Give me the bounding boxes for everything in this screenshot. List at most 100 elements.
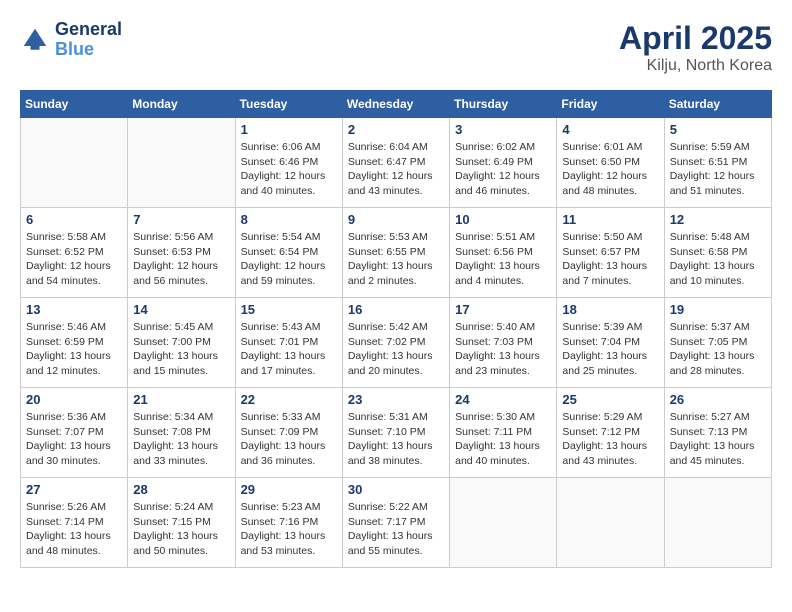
day-info: Sunrise: 5:27 AM Sunset: 7:13 PM Dayligh… xyxy=(670,410,766,469)
day-number: 21 xyxy=(133,392,229,407)
day-info: Sunrise: 5:48 AM Sunset: 6:58 PM Dayligh… xyxy=(670,230,766,289)
day-info: Sunrise: 5:30 AM Sunset: 7:11 PM Dayligh… xyxy=(455,410,551,469)
day-info: Sunrise: 5:58 AM Sunset: 6:52 PM Dayligh… xyxy=(26,230,122,289)
calendar-cell: 4 Sunrise: 6:01 AM Sunset: 6:50 PM Daylig… xyxy=(557,118,664,208)
calendar-table: SundayMondayTuesdayWednesdayThursdayFrid… xyxy=(20,90,772,568)
calendar-cell: 18Sunrise: 5:39 AM Sunset: 7:04 PM Dayli… xyxy=(557,298,664,388)
day-number: 9 xyxy=(348,212,444,227)
day-number: 15 xyxy=(241,302,337,317)
day-number: 20 xyxy=(26,392,122,407)
calendar-cell: 30 Sunrise: 5:22 AM Sunset: 7:17 PM Dayli… xyxy=(342,478,449,568)
calendar-cell: 23 Sunrise: 5:31 AM Sunset: 7:10 PM Dayli… xyxy=(342,388,449,478)
day-number: 4 xyxy=(562,122,658,137)
day-number: 3 xyxy=(455,122,551,137)
calendar-cell: 9 Sunrise: 5:53 AM Sunset: 6:55 PM Daylig… xyxy=(342,208,449,298)
logo: General Blue xyxy=(20,20,122,60)
day-number: 28 xyxy=(133,482,229,497)
weekday-header-friday: Friday xyxy=(557,91,664,118)
week-row-3: 13 Sunrise: 5:46 AM Sunset: 6:59 PM Dayli… xyxy=(21,298,772,388)
calendar-cell: 20 Sunrise: 5:36 AM Sunset: 7:07 PM Dayli… xyxy=(21,388,128,478)
calendar-cell: 8Sunrise: 5:54 AM Sunset: 6:54 PM Daylig… xyxy=(235,208,342,298)
week-row-1: 1 Sunrise: 6:06 AM Sunset: 6:46 PM Daylig… xyxy=(21,118,772,208)
weekday-header-sunday: Sunday xyxy=(21,91,128,118)
day-number: 6 xyxy=(26,212,122,227)
calendar-cell: 25Sunrise: 5:29 AM Sunset: 7:12 PM Dayli… xyxy=(557,388,664,478)
logo-icon xyxy=(20,25,50,55)
day-number: 11 xyxy=(562,212,658,227)
calendar-cell xyxy=(664,478,771,568)
calendar-cell: 21 Sunrise: 5:34 AM Sunset: 7:08 PM Dayli… xyxy=(128,388,235,478)
calendar-cell: 15 Sunrise: 5:43 AM Sunset: 7:01 PM Dayli… xyxy=(235,298,342,388)
day-info: Sunrise: 5:43 AM Sunset: 7:01 PM Dayligh… xyxy=(241,320,337,379)
calendar-cell: 12 Sunrise: 5:48 AM Sunset: 6:58 PM Dayli… xyxy=(664,208,771,298)
weekday-header-monday: Monday xyxy=(128,91,235,118)
calendar-cell xyxy=(450,478,557,568)
day-info: Sunrise: 5:23 AM Sunset: 7:16 PM Dayligh… xyxy=(241,500,337,559)
day-number: 29 xyxy=(241,482,337,497)
day-number: 26 xyxy=(670,392,766,407)
calendar-cell: 19 Sunrise: 5:37 AM Sunset: 7:05 PM Dayli… xyxy=(664,298,771,388)
day-number: 22 xyxy=(241,392,337,407)
day-number: 10 xyxy=(455,212,551,227)
day-number: 17 xyxy=(455,302,551,317)
calendar-cell: 11Sunrise: 5:50 AM Sunset: 6:57 PM Dayli… xyxy=(557,208,664,298)
day-info: Sunrise: 5:56 AM Sunset: 6:53 PM Dayligh… xyxy=(133,230,229,289)
day-info: Sunrise: 5:31 AM Sunset: 7:10 PM Dayligh… xyxy=(348,410,444,469)
day-info: Sunrise: 5:36 AM Sunset: 7:07 PM Dayligh… xyxy=(26,410,122,469)
day-info: Sunrise: 5:34 AM Sunset: 7:08 PM Dayligh… xyxy=(133,410,229,469)
month-title: April 2025 xyxy=(619,20,772,57)
calendar-cell: 2Sunrise: 6:04 AM Sunset: 6:47 PM Daylig… xyxy=(342,118,449,208)
day-number: 13 xyxy=(26,302,122,317)
day-number: 16 xyxy=(348,302,444,317)
calendar-cell: 1 Sunrise: 6:06 AM Sunset: 6:46 PM Daylig… xyxy=(235,118,342,208)
weekday-header-row: SundayMondayTuesdayWednesdayThursdayFrid… xyxy=(21,91,772,118)
day-info: Sunrise: 6:02 AM Sunset: 6:49 PM Dayligh… xyxy=(455,140,551,199)
day-info: Sunrise: 5:53 AM Sunset: 6:55 PM Dayligh… xyxy=(348,230,444,289)
calendar-cell: 6 Sunrise: 5:58 AM Sunset: 6:52 PM Daylig… xyxy=(21,208,128,298)
weekday-header-thursday: Thursday xyxy=(450,91,557,118)
day-info: Sunrise: 5:26 AM Sunset: 7:14 PM Dayligh… xyxy=(26,500,122,559)
day-info: Sunrise: 6:01 AM Sunset: 6:50 PM Dayligh… xyxy=(562,140,658,199)
day-number: 7 xyxy=(133,212,229,227)
day-number: 19 xyxy=(670,302,766,317)
day-number: 27 xyxy=(26,482,122,497)
calendar-cell xyxy=(21,118,128,208)
weekday-header-wednesday: Wednesday xyxy=(342,91,449,118)
weekday-header-saturday: Saturday xyxy=(664,91,771,118)
day-info: Sunrise: 5:42 AM Sunset: 7:02 PM Dayligh… xyxy=(348,320,444,379)
calendar-cell: 29 Sunrise: 5:23 AM Sunset: 7:16 PM Dayli… xyxy=(235,478,342,568)
day-info: Sunrise: 6:06 AM Sunset: 6:46 PM Dayligh… xyxy=(241,140,337,199)
location: Kilju, North Korea xyxy=(619,57,772,75)
calendar-cell: 7 Sunrise: 5:56 AM Sunset: 6:53 PM Daylig… xyxy=(128,208,235,298)
calendar-cell: 22 Sunrise: 5:33 AM Sunset: 7:09 PM Dayli… xyxy=(235,388,342,478)
calendar-cell: 14Sunrise: 5:45 AM Sunset: 7:00 PM Dayli… xyxy=(128,298,235,388)
day-number: 25 xyxy=(562,392,658,407)
calendar-cell: 26 Sunrise: 5:27 AM Sunset: 7:13 PM Dayli… xyxy=(664,388,771,478)
logo-text: General Blue xyxy=(55,20,122,60)
day-info: Sunrise: 5:39 AM Sunset: 7:04 PM Dayligh… xyxy=(562,320,658,379)
day-info: Sunrise: 5:54 AM Sunset: 6:54 PM Dayligh… xyxy=(241,230,337,289)
day-info: Sunrise: 5:59 AM Sunset: 6:51 PM Dayligh… xyxy=(670,140,766,199)
day-number: 30 xyxy=(348,482,444,497)
calendar-cell: 28Sunrise: 5:24 AM Sunset: 7:15 PM Dayli… xyxy=(128,478,235,568)
day-info: Sunrise: 5:46 AM Sunset: 6:59 PM Dayligh… xyxy=(26,320,122,379)
day-number: 23 xyxy=(348,392,444,407)
calendar-cell: 3 Sunrise: 6:02 AM Sunset: 6:49 PM Daylig… xyxy=(450,118,557,208)
day-number: 1 xyxy=(241,122,337,137)
day-info: Sunrise: 6:04 AM Sunset: 6:47 PM Dayligh… xyxy=(348,140,444,199)
calendar-cell: 10 Sunrise: 5:51 AM Sunset: 6:56 PM Dayli… xyxy=(450,208,557,298)
page-header: General Blue April 2025 Kilju, North Kor… xyxy=(20,20,772,75)
title-block: April 2025 Kilju, North Korea xyxy=(619,20,772,75)
day-number: 14 xyxy=(133,302,229,317)
day-number: 12 xyxy=(670,212,766,227)
day-info: Sunrise: 5:22 AM Sunset: 7:17 PM Dayligh… xyxy=(348,500,444,559)
day-info: Sunrise: 5:51 AM Sunset: 6:56 PM Dayligh… xyxy=(455,230,551,289)
week-row-2: 6 Sunrise: 5:58 AM Sunset: 6:52 PM Daylig… xyxy=(21,208,772,298)
day-info: Sunrise: 5:37 AM Sunset: 7:05 PM Dayligh… xyxy=(670,320,766,379)
day-info: Sunrise: 5:33 AM Sunset: 7:09 PM Dayligh… xyxy=(241,410,337,469)
day-number: 24 xyxy=(455,392,551,407)
calendar-cell: 27 Sunrise: 5:26 AM Sunset: 7:14 PM Dayli… xyxy=(21,478,128,568)
logo-line1: General xyxy=(55,20,122,40)
day-number: 5 xyxy=(670,122,766,137)
calendar-cell: 13 Sunrise: 5:46 AM Sunset: 6:59 PM Dayli… xyxy=(21,298,128,388)
